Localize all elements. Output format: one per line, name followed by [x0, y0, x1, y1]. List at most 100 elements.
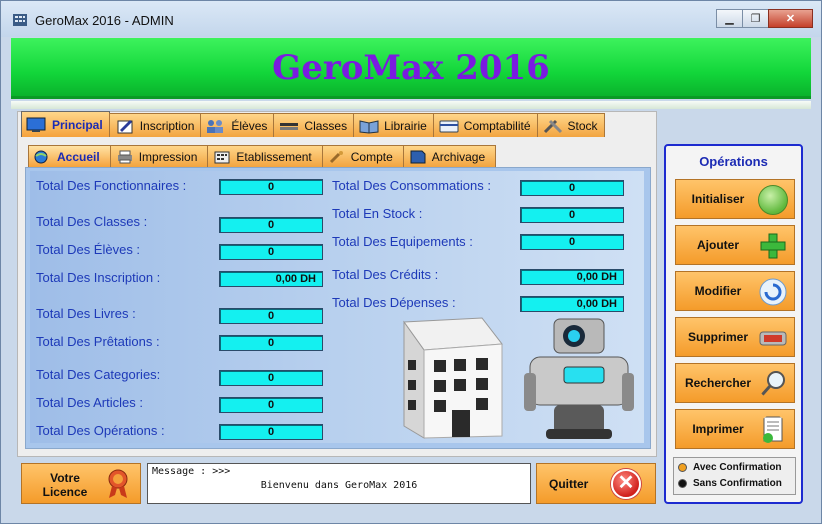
subtab-label: Compte: [350, 149, 393, 164]
stat-value-inscription: 0,00 DH: [219, 271, 323, 287]
monitor-icon: [26, 117, 46, 132]
arrow-icon: [758, 185, 788, 215]
pen-icon: [117, 119, 133, 133]
subtab-impression[interactable]: Impression: [109, 145, 209, 167]
close-button[interactable]: ✕: [768, 9, 813, 28]
tab-classes[interactable]: Classes: [273, 113, 355, 137]
key-icon: [329, 150, 343, 163]
printer-icon: [117, 150, 132, 163]
message-prefix: Message : >>>: [152, 466, 231, 477]
confirmation-options: Avec Confirmation Sans Confirmation: [673, 457, 796, 495]
tab-inscription[interactable]: Inscription: [108, 113, 202, 137]
stat-value-livres: 0: [219, 308, 323, 324]
stat-label-stock: Total En Stock :: [332, 206, 423, 221]
tab-label: Stock: [567, 118, 598, 133]
subtab-label: Impression: [138, 149, 198, 164]
supprimer-button[interactable]: Supprimer: [675, 317, 795, 357]
radio-sans-confirmation[interactable]: Sans Confirmation: [678, 478, 782, 489]
tab-librairie[interactable]: Librairie: [353, 113, 434, 137]
award-ribbon-icon: [108, 469, 128, 498]
licence-label: Votre Licence: [42, 471, 88, 499]
stat-label-equipements: Total Des Equipements :: [332, 234, 473, 249]
licence-button[interactable]: Votre Licence: [21, 463, 141, 504]
button-label: Modifier: [694, 284, 742, 298]
radio-dot-selected: [678, 463, 687, 472]
stat-label-credits: Total Des Crédits :: [332, 267, 439, 282]
subtab-accueil[interactable]: Accueil: [28, 145, 111, 167]
button-label: Supprimer: [687, 330, 748, 344]
stat-label-eleves: Total Des Élèves :: [36, 242, 141, 257]
ajouter-button[interactable]: Ajouter: [675, 225, 795, 265]
stat-label-categories: Total Des Categories:: [36, 367, 161, 382]
stat-value-consommations: 0: [520, 180, 624, 196]
delete-icon: [759, 331, 787, 346]
stat-value-articles: 0: [219, 397, 323, 413]
subtab-label: Archivage: [431, 149, 486, 164]
window-title: GeroMax 2016 - ADMIN: [35, 13, 174, 28]
maximize-button[interactable]: ❐: [742, 9, 769, 28]
tab-label: Inscription: [139, 118, 195, 133]
message-text: Bienvenu dans GeroMax 2016: [260, 480, 418, 491]
stat-value-eleves: 0: [219, 244, 323, 260]
rechercher-button[interactable]: Rechercher: [675, 363, 795, 403]
tab-label: Classes: [304, 118, 348, 133]
magnifier-icon: [760, 371, 785, 396]
stat-value-pretations: 0: [219, 335, 323, 351]
banner-shadow: [11, 101, 811, 109]
stat-label-operations: Total Des Opérations :: [36, 423, 165, 438]
stat-label-consommations: Total Des Consommations :: [332, 178, 491, 193]
operations-title: Opérations: [699, 154, 768, 169]
stat-label-articles: Total Des Articles :: [36, 395, 143, 410]
app-banner: GeroMax 2016: [11, 38, 811, 99]
button-label: Rechercher: [684, 376, 752, 390]
tab-comptabilite[interactable]: Comptabilité: [432, 113, 538, 137]
sd-card-icon: [410, 150, 426, 163]
stat-value-equipements: 0: [520, 234, 624, 250]
subtab-archivage[interactable]: Archivage: [402, 145, 497, 167]
tab-label: Élèves: [231, 118, 268, 133]
sub-tabs: Accueil Impression Etablissement Compte …: [28, 145, 497, 167]
tab-eleves[interactable]: Élèves: [200, 113, 275, 137]
radio-dot: [678, 479, 687, 488]
tab-label: Principal: [52, 117, 103, 132]
banner-title: GeroMax 2016: [272, 48, 550, 88]
initialiser-button[interactable]: Initialiser: [675, 179, 795, 219]
button-label: Initialiser: [691, 192, 745, 206]
stat-label-depenses: Total Des Dépenses :: [332, 295, 456, 310]
card-icon: [439, 120, 459, 132]
subtab-compte[interactable]: Compte: [321, 145, 404, 167]
stat-value-depenses: 0,00 DH: [520, 296, 624, 312]
modifier-button[interactable]: Modifier: [675, 271, 795, 311]
imprimer-button[interactable]: Imprimer: [675, 409, 795, 449]
document-check-icon: [763, 416, 783, 443]
tab-label: Librairie: [384, 118, 427, 133]
operations-panel: Opérations Initialiser Ajouter Modifier …: [664, 144, 803, 504]
radio-label: Sans Confirmation: [693, 478, 782, 489]
radio-label: Avec Confirmation: [693, 462, 782, 473]
radio-avec-confirmation[interactable]: Avec Confirmation: [678, 462, 782, 473]
book-icon: [359, 119, 379, 134]
app-window: GeroMax 2016 - ADMIN ▁ ❐ ✕ GeroMax 2016 …: [0, 0, 822, 524]
window-controls: ▁ ❐ ✕: [716, 9, 813, 28]
stat-value-operations: 0: [219, 424, 323, 440]
tab-stock[interactable]: Stock: [536, 113, 605, 137]
app-icon: [13, 14, 27, 26]
refresh-icon: [759, 278, 787, 306]
tab-principal[interactable]: Principal: [21, 111, 110, 137]
quitter-button[interactable]: Quitter ✕: [536, 463, 656, 504]
pencils-icon: [280, 122, 299, 130]
button-label: Imprimer: [692, 422, 744, 436]
users-icon: [207, 119, 224, 133]
minimize-button[interactable]: ▁: [716, 9, 743, 28]
stat-label-livres: Total Des Livres :: [36, 306, 136, 321]
stat-label-inscription: Total Des Inscription :: [36, 270, 161, 285]
stat-value-categories: 0: [219, 370, 323, 386]
title-bar[interactable]: GeroMax 2016 - ADMIN ▁ ❐ ✕: [1, 1, 821, 37]
subtab-etablissement[interactable]: Etablissement: [207, 145, 323, 167]
tab-label: Comptabilité: [463, 118, 531, 133]
plus-icon: [760, 233, 786, 259]
stat-label-fonctionnaires: Total Des Fonctionnaires :: [36, 178, 187, 193]
stat-label-classes: Total Des Classes :: [36, 214, 148, 229]
subtab-label: Accueil: [57, 149, 100, 164]
stat-value-classes: 0: [219, 217, 323, 233]
